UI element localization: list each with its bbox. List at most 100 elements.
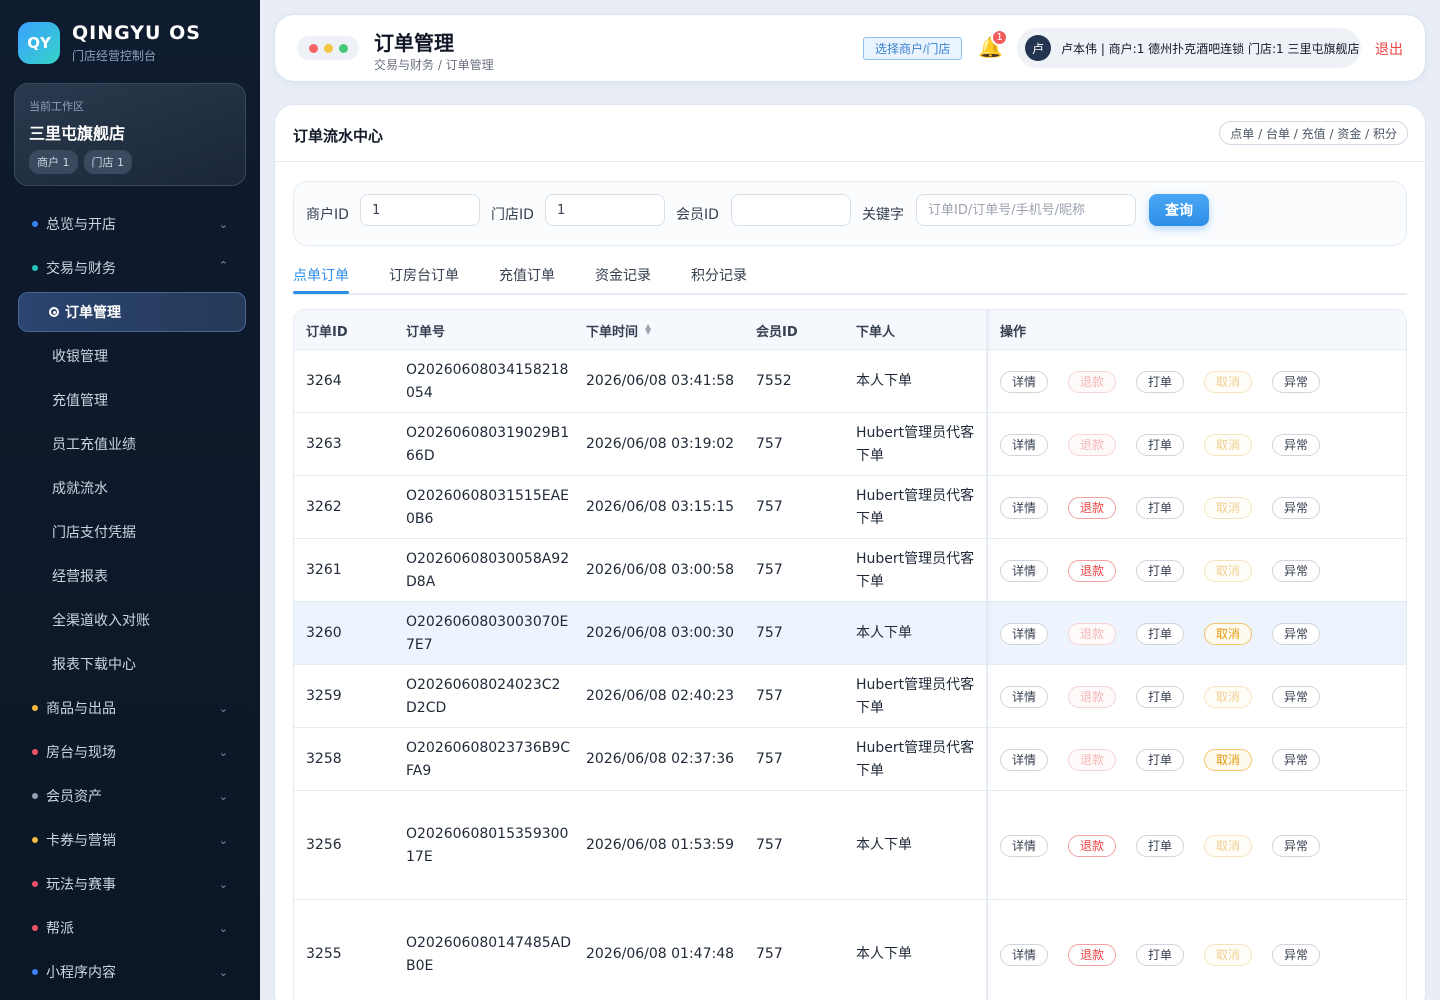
select-store-button[interactable]: 选择商户/门店	[863, 37, 963, 60]
workspace-card[interactable]: 当前工作区 三里屯旗舰店 商户 1 门店 1	[14, 83, 246, 186]
brand-subtitle: 门店经营控制台	[72, 49, 157, 63]
exception-button[interactable]: 异常	[1272, 559, 1320, 582]
tab-points-records[interactable]: 积分记录	[691, 265, 747, 285]
print-button[interactable]: 打单	[1136, 622, 1184, 645]
keyword-input[interactable]	[916, 194, 1136, 226]
nav-group-clans[interactable]: 帮派 ⌄	[18, 908, 246, 948]
sidebar-item-reconciliation[interactable]: 全渠道收入对账	[18, 600, 246, 640]
nav-group-coupons[interactable]: 卡券与营销 ⌄	[18, 820, 246, 860]
tab-table-orders[interactable]: 订房台订单	[389, 265, 459, 285]
cell-order-id: 3256	[306, 834, 396, 857]
detail-button[interactable]: 详情	[1000, 748, 1048, 771]
sidebar-item-label: 订单管理	[65, 305, 121, 321]
orders-table: 订单ID 订单号 下单时间 ▲ ▼ 会员ID 下单人 操作 3264 O2026060…	[293, 309, 1407, 1000]
sidebar-item-staff-recharge[interactable]: 员工充值业绩	[18, 424, 246, 464]
exception-button[interactable]: 异常	[1272, 685, 1320, 708]
cell-order-id-line: 3255	[306, 946, 342, 962]
cancel-button[interactable]: 取消	[1204, 834, 1252, 857]
nav-group-members[interactable]: 会员资产 ⌄	[18, 776, 246, 816]
divider	[275, 161, 1425, 162]
sidebar-item-achievement[interactable]: 成就流水	[18, 468, 246, 508]
sidebar-item-order-management[interactable]: 订单管理	[18, 292, 246, 332]
tab-fund-records[interactable]: 资金记录	[595, 265, 651, 285]
print-button[interactable]: 打单	[1136, 370, 1184, 393]
nav-group-games[interactable]: 玩法与赛事 ⌄	[18, 864, 246, 904]
sidebar-item-payment-voucher[interactable]: 门店支付凭据	[18, 512, 246, 552]
chevron-down-icon: ⌄	[218, 790, 228, 803]
refund-button[interactable]: 退款	[1068, 748, 1116, 771]
nav-group-tables[interactable]: 房台与现场 ⌄	[18, 732, 246, 772]
exception-button[interactable]: 异常	[1272, 834, 1320, 857]
cell-member-id: 757	[756, 433, 846, 456]
refund-button[interactable]: 退款	[1068, 943, 1116, 966]
cell-order-time-line: 2026/06/08 01:47:48	[586, 946, 735, 962]
cancel-button[interactable]: 取消	[1204, 433, 1252, 456]
sidebar-item-recharge[interactable]: 充值管理	[18, 380, 246, 420]
refund-button[interactable]: 退款	[1068, 496, 1116, 519]
detail-button[interactable]: 详情	[1000, 834, 1048, 857]
print-button[interactable]: 打单	[1136, 433, 1184, 456]
cell-member-id-line: 7552	[756, 373, 792, 389]
exception-button[interactable]: 异常	[1272, 748, 1320, 771]
nav-group-label: 帮派	[46, 921, 74, 937]
detail-button[interactable]: 详情	[1000, 685, 1048, 708]
sidebar-item-download-center[interactable]: 报表下载中心	[18, 644, 246, 684]
refund-button[interactable]: 退款	[1068, 622, 1116, 645]
print-button[interactable]: 打单	[1136, 685, 1184, 708]
exception-button[interactable]: 异常	[1272, 370, 1320, 393]
detail-button[interactable]: 详情	[1000, 622, 1048, 645]
detail-button[interactable]: 详情	[1000, 433, 1048, 456]
cell-member-id-line: 757	[756, 751, 783, 767]
order-center-card: 订单流水中心 点单 / 台单 / 充值 / 资金 / 积分 商户ID 门店ID …	[274, 104, 1426, 1000]
user-info[interactable]: 卢 卢本伟 | 商户:1 德州扑克酒吧连锁 门店:1 三里屯旗舰店	[1017, 28, 1361, 68]
sidebar-item-business-report[interactable]: 经营报表	[18, 556, 246, 596]
merchant-id-input[interactable]	[360, 194, 480, 226]
sidebar-item-cashier[interactable]: 收银管理	[18, 336, 246, 376]
query-button[interactable]: 查询	[1149, 194, 1209, 226]
tab-recharge-orders[interactable]: 充值订单	[499, 265, 555, 285]
table-row: 3256 O202606080153593​00 17E 2026/06/08 01:…	[294, 791, 1406, 900]
refund-button[interactable]: 退款	[1068, 559, 1116, 582]
col-order-time[interactable]: 下单时间 ▲ ▼	[586, 321, 651, 341]
cancel-button[interactable]: 取消	[1204, 622, 1252, 645]
nav-group-trade-finance[interactable]: 交易与财务 ⌃	[18, 248, 246, 288]
detail-button[interactable]: 详情	[1000, 943, 1048, 966]
cell-order-id-line: 3263	[306, 436, 342, 452]
member-id-label: 会员ID	[676, 207, 719, 223]
nav-group-overview[interactable]: 总览与开店 ⌄	[18, 204, 246, 244]
refund-button[interactable]: 退款	[1068, 433, 1116, 456]
cell-member-id-line: 757	[756, 837, 783, 853]
detail-button[interactable]: 详情	[1000, 370, 1048, 393]
print-button[interactable]: 打单	[1136, 748, 1184, 771]
print-button[interactable]: 打单	[1136, 496, 1184, 519]
cancel-button[interactable]: 取消	[1204, 685, 1252, 708]
print-button[interactable]: 打单	[1136, 834, 1184, 857]
cancel-button[interactable]: 取消	[1204, 496, 1252, 519]
member-id-input[interactable]	[731, 194, 851, 226]
cancel-button[interactable]: 取消	[1204, 370, 1252, 393]
print-button[interactable]: 打单	[1136, 943, 1184, 966]
cancel-button[interactable]: 取消	[1204, 943, 1252, 966]
detail-button[interactable]: 详情	[1000, 496, 1048, 519]
nav-group-miniprogram[interactable]: 小程序内容 ⌄	[18, 952, 246, 992]
cell-member-id-line: 757	[756, 562, 783, 578]
exception-button[interactable]: 异常	[1272, 622, 1320, 645]
cell-order-id-line: 3258	[306, 751, 342, 767]
logout-link[interactable]: 退出	[1375, 39, 1403, 59]
exception-button[interactable]: 异常	[1272, 433, 1320, 456]
print-button[interactable]: 打单	[1136, 559, 1184, 582]
cancel-button[interactable]: 取消	[1204, 748, 1252, 771]
tab-dine-orders[interactable]: 点单订单	[293, 265, 349, 285]
detail-button[interactable]: 详情	[1000, 559, 1048, 582]
nav-group-products[interactable]: 商品与出品 ⌄	[18, 688, 246, 728]
cell-order-time: 2026/06/08 02:40:23	[586, 685, 746, 708]
exception-button[interactable]: 异常	[1272, 943, 1320, 966]
cell-member-id: 7552	[756, 370, 846, 393]
cancel-button[interactable]: 取消	[1204, 559, 1252, 582]
refund-button[interactable]: 退款	[1068, 370, 1116, 393]
cell-order-id: 3264	[306, 370, 396, 393]
store-id-input[interactable]	[545, 194, 665, 226]
refund-button[interactable]: 退款	[1068, 685, 1116, 708]
exception-button[interactable]: 异常	[1272, 496, 1320, 519]
refund-button[interactable]: 退款	[1068, 834, 1116, 857]
